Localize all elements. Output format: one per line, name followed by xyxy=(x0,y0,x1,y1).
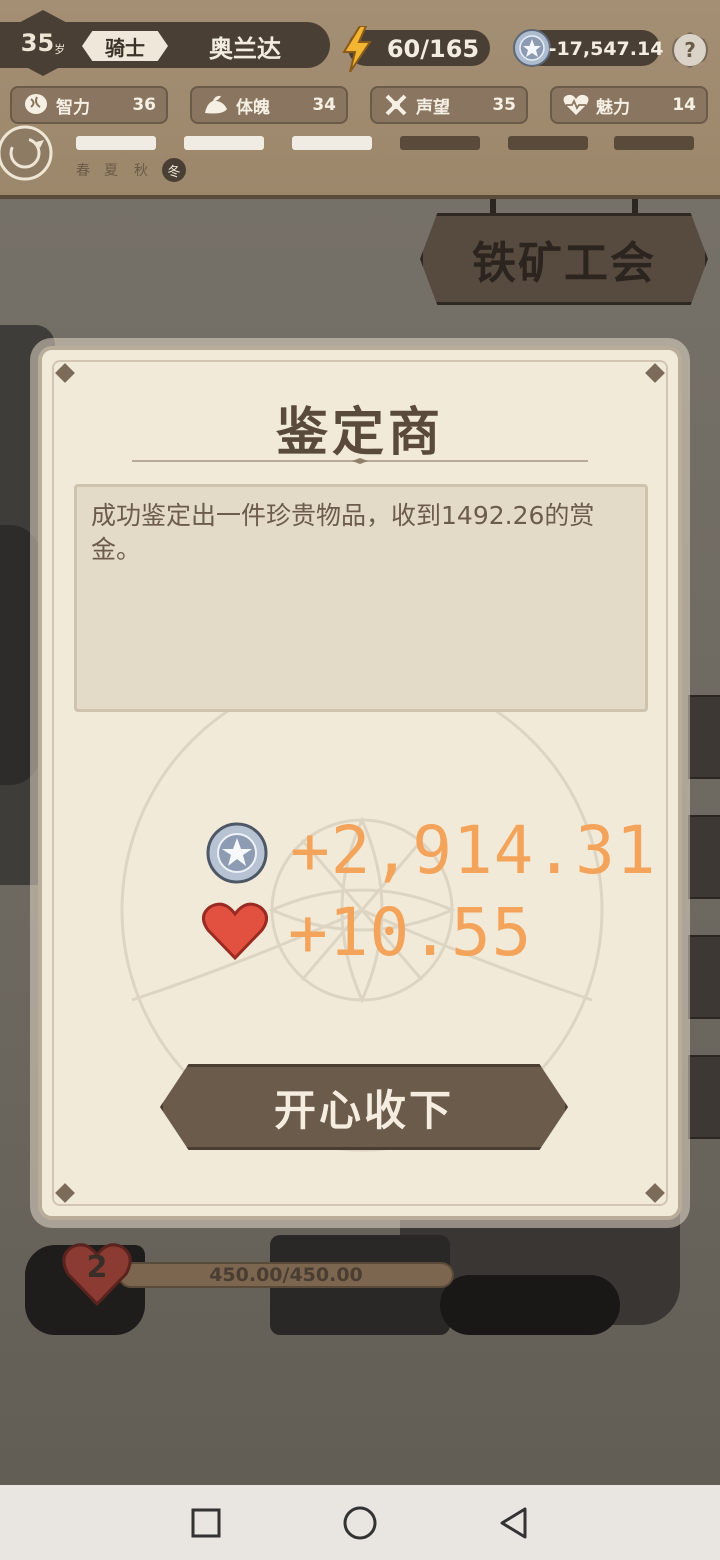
season-spring-label: 春 xyxy=(76,163,90,179)
season-progress-segment xyxy=(292,136,372,150)
back-button[interactable] xyxy=(484,1495,544,1550)
recent-apps-button[interactable] xyxy=(176,1495,236,1550)
player-title-tag: 骑士 xyxy=(82,31,168,61)
money-value: -17,547.14 xyxy=(548,38,664,60)
message-text: 成功鉴定出一件珍贵物品，收到1492.26的赏金。 xyxy=(91,501,595,564)
triangle-back-icon xyxy=(500,1507,527,1538)
character-shoe xyxy=(440,1275,620,1335)
season-progress-segment xyxy=(400,136,480,150)
stat-intelligence[interactable]: 智力 36 xyxy=(10,86,168,124)
stat-value: 35 xyxy=(492,95,516,115)
reward-money-value: +2,914.31 xyxy=(290,812,657,889)
season-current-badge: 冬 xyxy=(162,158,186,182)
season-progress-segment xyxy=(614,136,694,150)
stat-value: 14 xyxy=(672,95,696,115)
season-progress-segment xyxy=(184,136,264,150)
shop-sign[interactable]: 铁矿工会 xyxy=(420,213,708,305)
health-value: 450.00/450.00 xyxy=(209,1264,363,1286)
character-figure-left-shadow xyxy=(0,525,40,785)
season-autumn-label: 秋 xyxy=(134,163,148,179)
top-hud: 35 岁 骑士 奥兰达 60/165 -17,547.14 ? 智力 36 体魄… xyxy=(0,0,720,199)
scene-side-panel xyxy=(688,815,720,899)
muscle-icon xyxy=(202,91,230,119)
square-icon xyxy=(191,1508,221,1537)
age-value: 35 xyxy=(20,29,55,57)
reputation-icon xyxy=(382,91,410,119)
accept-button-label: 开心收下 xyxy=(273,1085,454,1135)
brain-icon xyxy=(22,91,50,119)
appraiser-dialog: 鉴定商 成功鉴定出一件珍贵物品，收到1492.26的赏金。 +2,914.31 … xyxy=(38,346,682,1220)
help-button[interactable]: ? xyxy=(672,32,708,68)
accept-button[interactable]: 开心收下 xyxy=(160,1064,568,1150)
scene-side-panel xyxy=(688,1055,720,1139)
stat-label: 智力 xyxy=(56,97,90,118)
heart-icon xyxy=(202,902,268,960)
stat-charm[interactable]: 魅力 14 xyxy=(550,86,708,124)
season-progress-segment xyxy=(508,136,588,150)
coin-icon xyxy=(206,822,268,884)
message-box: 成功鉴定出一件珍贵物品，收到1492.26的赏金。 xyxy=(74,484,648,712)
stat-physique[interactable]: 体魄 34 xyxy=(190,86,348,124)
circle-icon xyxy=(343,1506,377,1539)
heartbeat-icon xyxy=(562,91,590,119)
stat-label: 魅力 xyxy=(596,97,630,118)
season-summer-label: 夏 xyxy=(104,163,118,179)
season-progress-segment xyxy=(76,136,156,150)
shop-sign-label: 铁矿工会 xyxy=(472,238,656,289)
stat-label: 体魄 xyxy=(236,97,270,118)
age-unit: 岁 xyxy=(54,43,66,56)
reward-charm-value: +10.55 xyxy=(288,894,533,971)
stat-value: 36 xyxy=(132,95,156,115)
energy-value: 60/165 xyxy=(386,35,480,63)
scene-side-panel xyxy=(688,935,720,1019)
stat-label: 声望 xyxy=(416,97,450,118)
player-name: 奥兰达 xyxy=(209,34,281,63)
coin-icon xyxy=(513,29,551,67)
health-level: 2 xyxy=(86,1250,108,1285)
title-divider xyxy=(132,458,588,464)
lightning-icon xyxy=(342,26,372,72)
scene-side-panel xyxy=(688,695,720,779)
stat-value: 34 xyxy=(312,95,336,115)
dialog-title: 鉴定商 xyxy=(275,402,444,463)
stat-reputation[interactable]: 声望 35 xyxy=(370,86,528,124)
home-button[interactable] xyxy=(330,1495,390,1550)
season-cycle-icon[interactable] xyxy=(0,122,60,184)
